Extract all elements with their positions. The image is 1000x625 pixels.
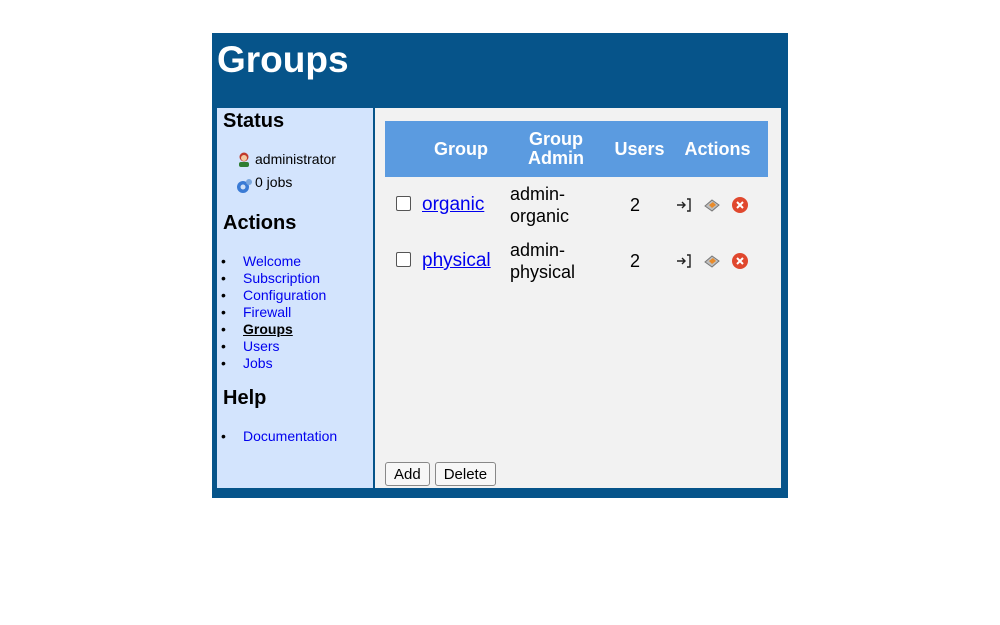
sidebar: Status administrator 0 jobs Actions • We… — [217, 108, 373, 488]
nav-link-groups[interactable]: Groups — [243, 321, 293, 337]
edit-icon[interactable] — [703, 252, 721, 270]
col-group-admin: Group Admin — [500, 121, 612, 177]
nav-item-jobs: Jobs — [217, 355, 326, 372]
status-jobs-label: 0 jobs — [255, 174, 293, 190]
nav-link-firewall[interactable]: Firewall — [243, 304, 291, 320]
nav-item-users: Users — [217, 338, 326, 355]
actions-nav: Welcome Subscription Configuration Firew… — [217, 253, 326, 372]
nav-item-subscription: Subscription — [217, 270, 326, 287]
status-heading: Status — [223, 110, 285, 132]
col-group-admin-line2: Admin — [528, 148, 584, 168]
group-link[interactable]: organic — [422, 194, 484, 215]
group-admin-cell: admin- organic — [500, 177, 612, 233]
groups-window: Groups Status administrator 0 jobs Actio… — [212, 33, 788, 498]
col-group: Group — [434, 138, 488, 159]
page-title: Groups — [217, 39, 349, 80]
help-nav: Documentation — [217, 428, 337, 445]
nav-link-subscription[interactable]: Subscription — [243, 270, 320, 286]
delete-icon[interactable] — [731, 252, 749, 270]
group-admin-cell: admin- physical — [500, 233, 612, 289]
nav-item-welcome: Welcome — [217, 253, 326, 270]
group-admin-line2: organic — [510, 206, 570, 226]
status-user: administrator — [235, 150, 336, 168]
delete-icon[interactable] — [731, 196, 749, 214]
status-jobs: 0 jobs — [235, 174, 292, 195]
row-actions — [667, 252, 768, 270]
groups-table: Group Group Admin Users Actions organic … — [385, 121, 768, 289]
actions-heading: Actions — [223, 212, 297, 234]
nav-link-welcome[interactable]: Welcome — [243, 253, 301, 269]
edit-icon[interactable] — [703, 196, 721, 214]
nav-link-users[interactable]: Users — [243, 338, 280, 354]
group-admin-line2: physical — [510, 262, 576, 282]
col-users: Users — [614, 138, 665, 159]
nav-item-configuration: Configuration — [217, 287, 326, 304]
jobs-gear-icon — [235, 177, 253, 195]
table-buttons: Add Delete — [385, 462, 497, 486]
col-select — [385, 121, 422, 177]
users-count: 2 — [630, 250, 641, 271]
main-panel: Group Group Admin Users Actions organic … — [375, 108, 781, 488]
table-header-row: Group Group Admin Users Actions — [385, 121, 768, 177]
login-icon[interactable] — [675, 252, 693, 270]
help-item-documentation: Documentation — [217, 428, 337, 445]
nav-link-configuration[interactable]: Configuration — [243, 287, 326, 303]
table-row: physical admin- physical 2 — [385, 233, 768, 289]
status-user-label: administrator — [255, 151, 336, 167]
login-icon[interactable] — [675, 196, 693, 214]
row-select-checkbox[interactable] — [396, 195, 411, 211]
group-admin-line1: admin- — [510, 184, 566, 204]
table-row: organic admin- organic 2 — [385, 177, 768, 233]
row-select-checkbox[interactable] — [396, 251, 411, 267]
nav-link-jobs[interactable]: Jobs — [243, 355, 273, 371]
user-icon — [235, 150, 253, 168]
col-group-admin-line1: Group — [529, 129, 583, 149]
group-admin-line1: admin- — [510, 240, 566, 260]
users-count: 2 — [630, 194, 641, 215]
row-actions — [667, 196, 768, 214]
nav-item-firewall: Firewall — [217, 304, 326, 321]
col-actions: Actions — [684, 138, 751, 159]
add-button[interactable]: Add — [385, 462, 430, 486]
delete-button[interactable]: Delete — [434, 462, 497, 486]
group-link[interactable]: physical — [422, 250, 491, 271]
help-link-documentation[interactable]: Documentation — [243, 428, 337, 444]
help-heading: Help — [223, 387, 267, 409]
nav-item-groups: Groups — [217, 321, 326, 338]
